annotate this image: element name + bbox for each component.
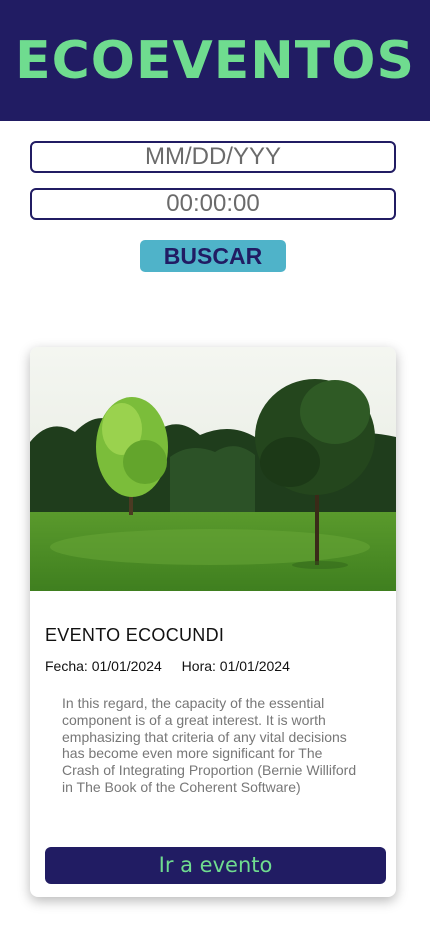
go-to-event-button[interactable]: Ir a evento — [45, 847, 386, 884]
event-title: EVENTO ECOCUNDI — [45, 625, 225, 645]
search-button[interactable]: BUSCAR — [140, 240, 286, 272]
time-input[interactable] — [30, 188, 396, 220]
event-meta: Fecha: 01/01/2024 Hora: 01/01/2024 — [45, 658, 290, 674]
time-value: 01/01/2024 — [219, 658, 290, 674]
date-label: Fecha: — [45, 658, 88, 674]
time-label: Hora: — [181, 658, 216, 674]
brand-title: ECOEVENTOS — [15, 30, 415, 91]
app-header: ECOEVENTOS — [0, 0, 430, 121]
date-value: 01/01/2024 — [91, 658, 162, 674]
date-input[interactable] — [30, 141, 396, 173]
event-image — [30, 347, 396, 591]
event-card: EVENTO ECOCUNDI Fecha: 01/01/2024 Hora: … — [30, 347, 396, 897]
event-description: In this regard, the capacity of the esse… — [62, 695, 357, 795]
